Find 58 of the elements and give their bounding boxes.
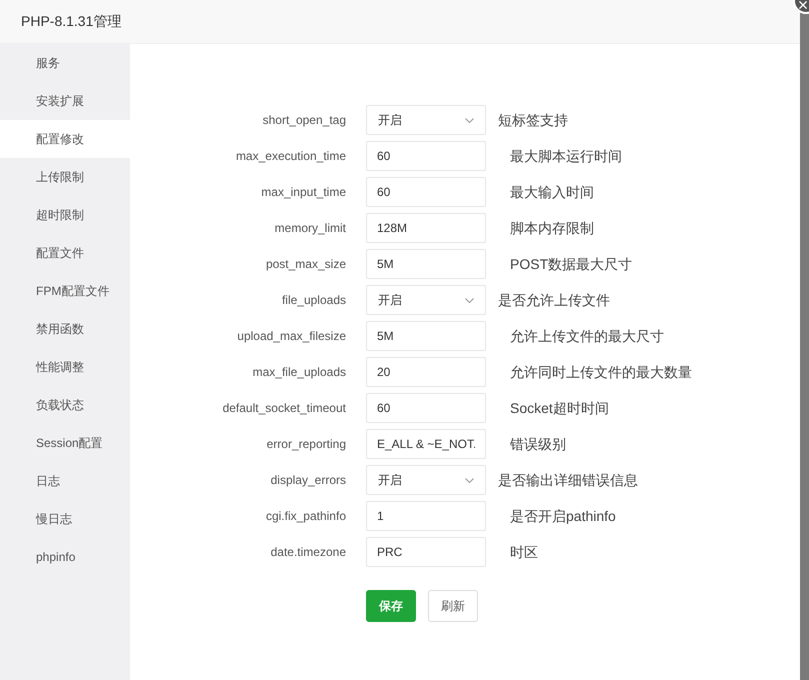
sidebar-item[interactable]: 安装扩展 — [0, 82, 130, 120]
input-field[interactable]: E_ALL & ~E_NOT. — [366, 429, 486, 459]
field-label: cgi.fix_pathinfo — [264, 508, 346, 525]
window-title: PHP-8.1.31管理 — [21, 12, 122, 31]
field-description: 是否允许上传文件 — [498, 290, 610, 310]
sidebar-item[interactable]: Session配置 — [0, 424, 130, 462]
field-label: max_execution_time — [234, 148, 346, 165]
select-field[interactable]: 开启 — [366, 465, 486, 495]
field-description: POST数据最大尺寸 — [510, 254, 632, 274]
field-label: max_file_uploads — [252, 364, 346, 381]
field-description: 允许上传文件的最大尺寸 — [510, 326, 664, 346]
select-field[interactable]: 开启 — [366, 285, 486, 315]
sidebar-item[interactable]: 超时限制 — [0, 196, 130, 234]
field-label: upload_max_filesize — [236, 328, 346, 345]
chevron-down-icon — [465, 118, 474, 122]
input-field[interactable]: 128M — [366, 213, 486, 243]
field-label: default_socket_timeout — [222, 400, 346, 417]
input-field[interactable]: 5M — [366, 249, 486, 279]
sidebar-item[interactable]: 负载状态 — [0, 386, 130, 424]
sidebar-item[interactable]: 服务 — [0, 44, 130, 82]
chevron-down-icon — [465, 298, 474, 302]
field-description: 最大脚本运行时间 — [510, 146, 622, 166]
input-field[interactable]: 60 — [366, 177, 486, 207]
sidebar-item[interactable]: FPM配置文件 — [0, 272, 130, 310]
field-label: short_open_tag — [262, 112, 346, 129]
sidebar-item[interactable]: 配置文件 — [0, 234, 130, 272]
field-description: 时区 — [510, 542, 538, 562]
field-label: memory_limit — [274, 220, 346, 237]
chevron-down-icon — [465, 478, 474, 482]
input-field[interactable]: 60 — [366, 141, 486, 171]
input-field[interactable]: 60 — [366, 393, 486, 423]
field-description: 最大输入时间 — [510, 182, 594, 202]
field-label: max_input_time — [260, 184, 346, 201]
select-field[interactable]: 开启 — [366, 105, 486, 135]
field-label: post_max_size — [264, 256, 346, 273]
field-description: 是否输出详细错误信息 — [498, 470, 638, 490]
field-description: 允许同时上传文件的最大数量 — [510, 362, 692, 382]
refresh-button[interactable]: 刷新 — [428, 590, 478, 622]
field-description: 短标签支持 — [498, 110, 568, 130]
field-description: Socket超时时间 — [510, 398, 609, 418]
input-field[interactable]: PRC — [366, 537, 486, 567]
field-description: 脚本内存限制 — [510, 218, 594, 238]
sidebar-item[interactable]: 慢日志 — [0, 500, 130, 538]
field-label: error_reporting — [266, 436, 346, 453]
field-label: display_errors — [270, 472, 346, 489]
field-label: file_uploads — [280, 292, 346, 309]
field-description: 是否开启pathinfo — [510, 506, 616, 526]
sidebar-item[interactable]: 配置修改 — [0, 120, 130, 158]
field-label: date.timezone — [270, 544, 346, 561]
sidebar-item[interactable]: 上传限制 — [0, 158, 130, 196]
sidebar-item[interactable]: 日志 — [0, 462, 130, 500]
field-description: 错误级别 — [510, 434, 566, 454]
sidebar-item[interactable]: 性能调整 — [0, 348, 130, 386]
input-field[interactable]: 1 — [366, 501, 486, 531]
input-field[interactable]: 5M — [366, 321, 486, 351]
input-field[interactable]: 20 — [366, 357, 486, 387]
sidebar-item[interactable]: phpinfo — [0, 538, 130, 576]
sidebar-item[interactable]: 禁用函数 — [0, 310, 130, 348]
